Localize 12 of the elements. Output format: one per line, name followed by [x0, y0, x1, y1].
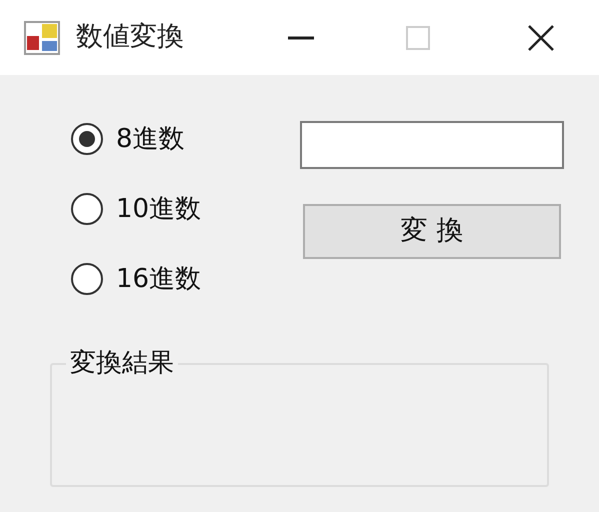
radio-button[interactable]: [70, 262, 104, 296]
minimize-icon[interactable]: [288, 36, 314, 40]
window-title: 数値変換: [76, 20, 184, 54]
radio-button[interactable]: [70, 192, 104, 226]
app-icon: [24, 20, 60, 54]
radio-button[interactable]: [70, 122, 104, 156]
convert-button[interactable]: 変 換: [303, 204, 561, 259]
radio-label[interactable]: 8進数: [116, 120, 185, 158]
number-input-field[interactable]: [300, 121, 564, 169]
radio-label[interactable]: 10進数: [116, 190, 202, 228]
close-icon[interactable]: [528, 24, 554, 50]
radio-label[interactable]: 16進数: [116, 260, 202, 298]
